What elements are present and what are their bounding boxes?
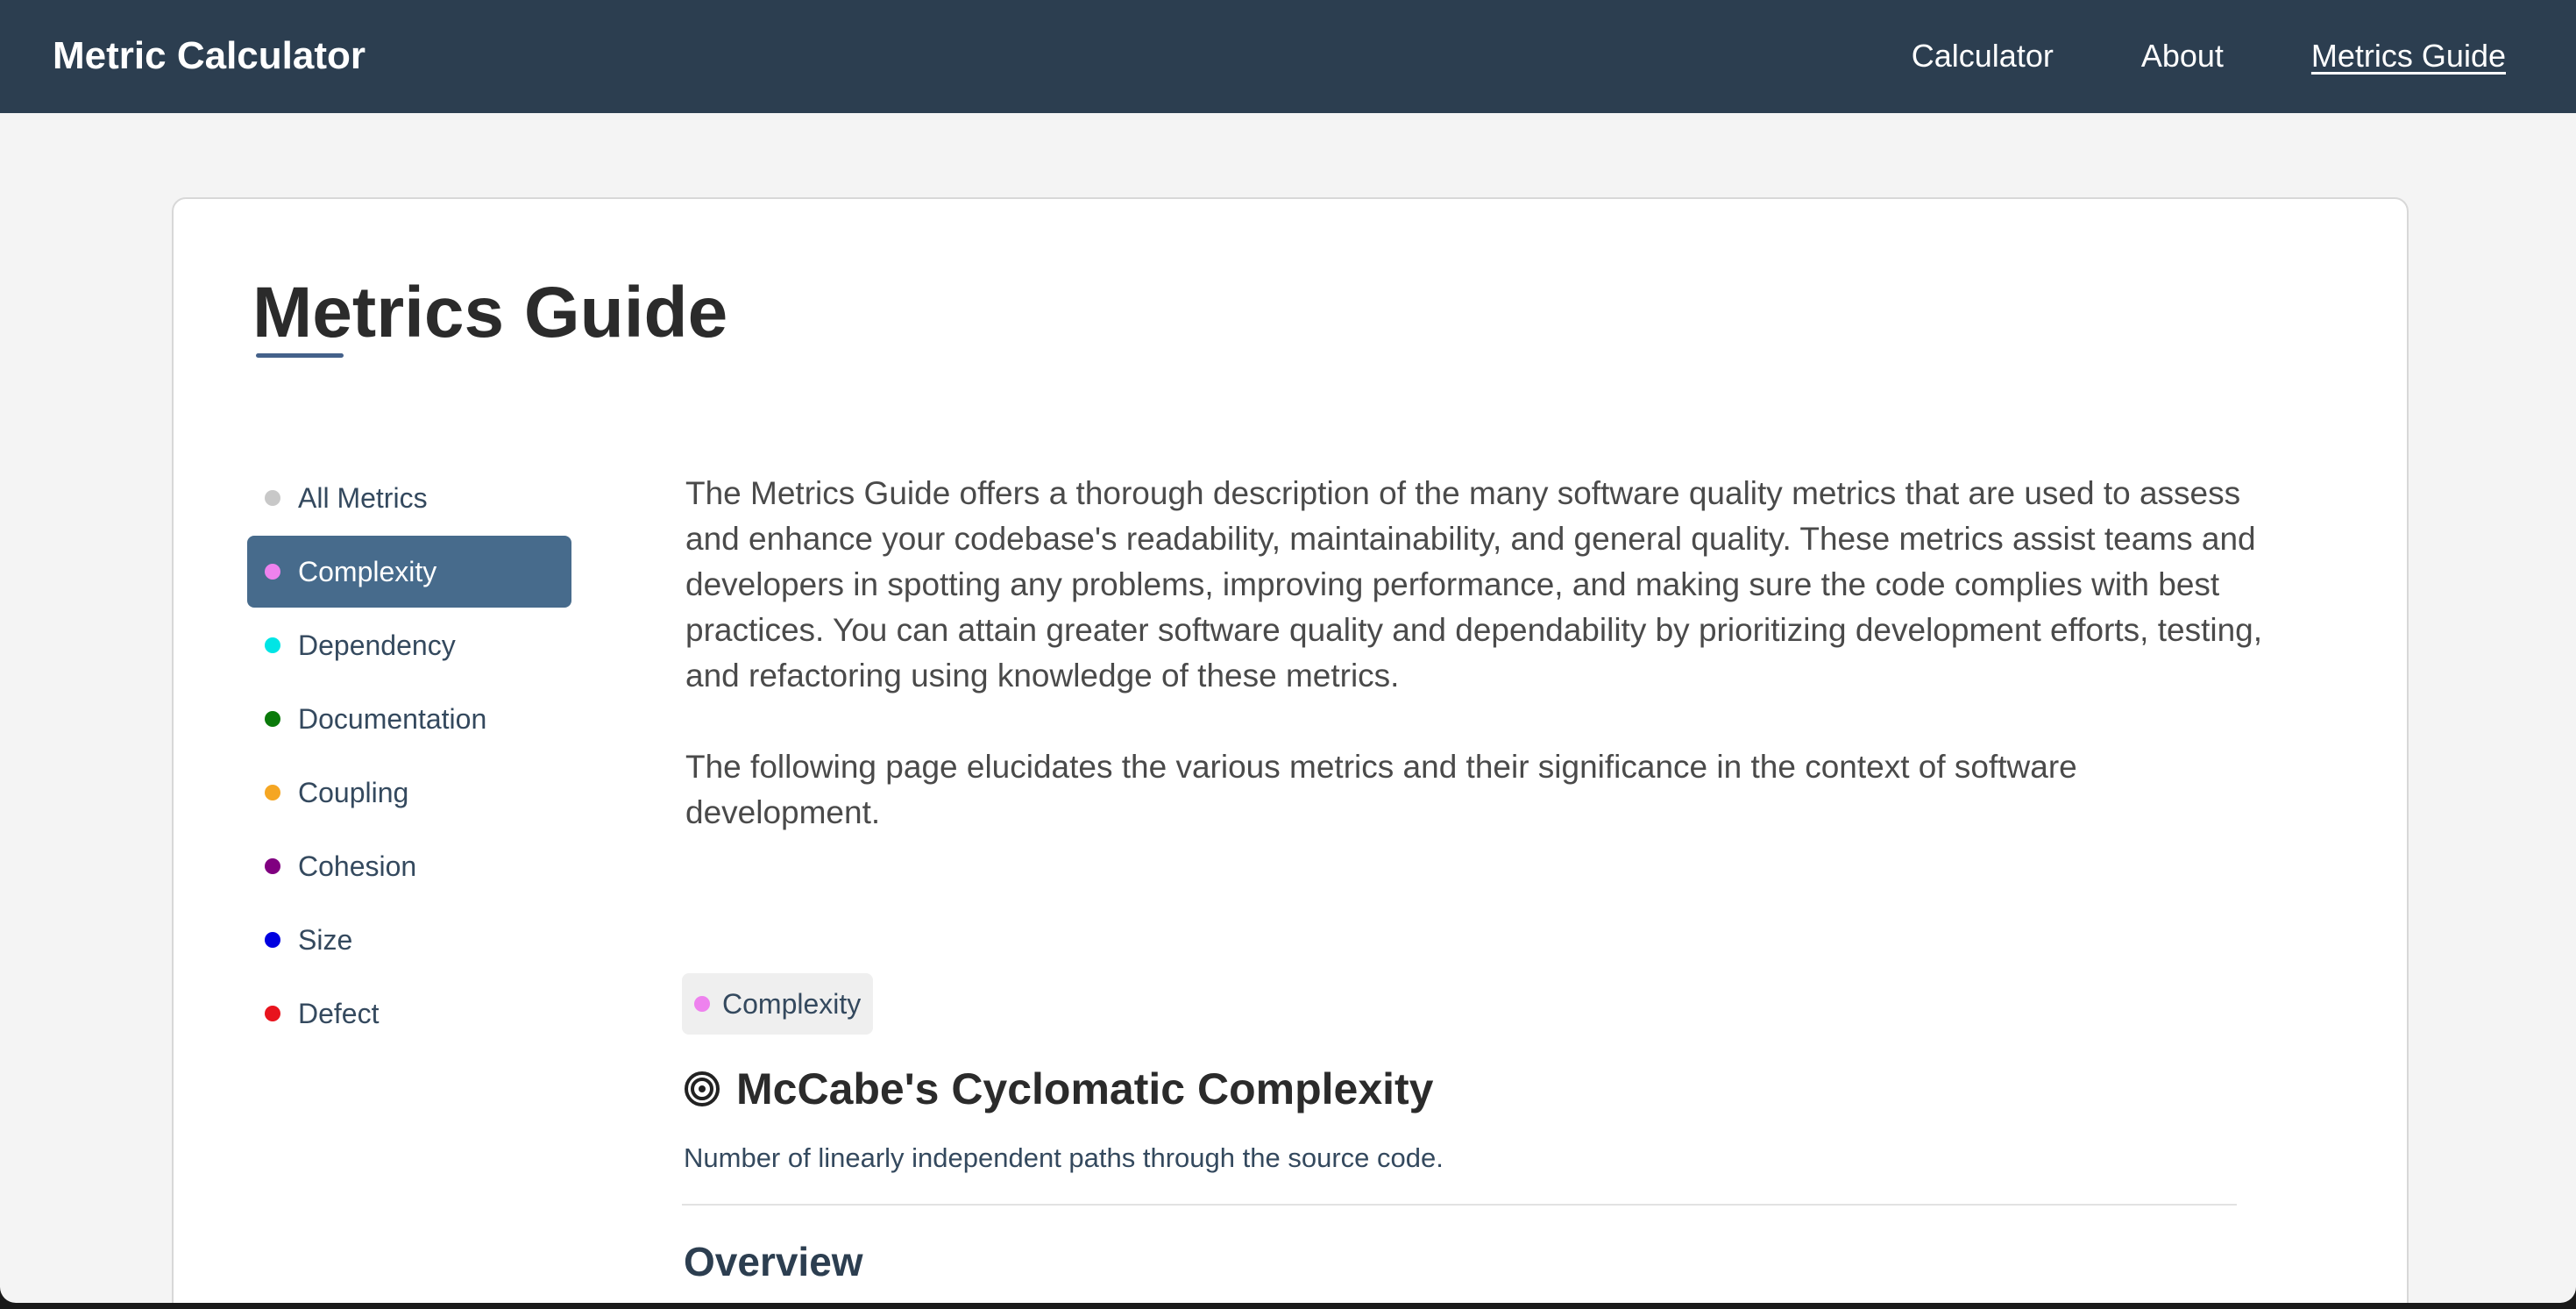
intro-paragraph: The Metrics Guide offers a thorough desc… — [685, 475, 2262, 694]
category-tag-label: Complexity — [722, 987, 862, 1020]
nav-link-calculator[interactable]: Calculator — [1912, 33, 2054, 79]
sidebar-item-cohesion[interactable]: Cohesion — [247, 830, 571, 902]
metric-title: McCabe's Cyclomatic Complexity — [684, 1058, 1433, 1120]
category-dot — [265, 932, 280, 948]
sidebar-item-label: Defect — [298, 997, 380, 1029]
category-dot — [265, 637, 280, 653]
sidebar-item-complexity[interactable]: Complexity — [247, 536, 571, 608]
category-dot — [265, 1006, 280, 1021]
brand-logo-text[interactable]: Metric Calculator — [53, 32, 365, 81]
nav-link-about[interactable]: About — [2141, 33, 2224, 79]
category-tag: Complexity — [682, 973, 874, 1035]
category-dot — [694, 996, 710, 1012]
sidebar-item-documentation[interactable]: Documentation — [247, 683, 571, 755]
metric-title-text: McCabe's Cyclomatic Complexity — [736, 1064, 1434, 1113]
section-divider — [682, 1204, 2237, 1206]
sidebar-item-label: Coupling — [298, 776, 409, 808]
overview-heading: Overview — [684, 1239, 863, 1284]
sidebar-item-all-metrics[interactable]: All Metrics — [247, 462, 571, 534]
top-navbar: Metric Calculator Calculator About Metri… — [0, 0, 2576, 113]
sidebar-item-label: Complexity — [298, 555, 437, 587]
intro-paragraph: The following page elucidates the variou… — [685, 749, 2077, 830]
nav-links: Calculator About Metrics Guide — [1912, 33, 2506, 79]
sidebar-item-label: Cohesion — [298, 850, 417, 882]
category-dot — [265, 711, 280, 727]
app-window: Metric Calculator Calculator About Metri… — [0, 0, 2576, 1303]
metric-description: Number of linearly independent paths thr… — [684, 1142, 1444, 1173]
category-dot — [265, 785, 280, 800]
sidebar-item-label: Dependency — [298, 629, 456, 661]
nav-link-metrics-guide[interactable]: Metrics Guide — [2311, 33, 2506, 79]
sidebar-item-label: Size — [298, 923, 353, 956]
sidebar-item-coupling[interactable]: Coupling — [247, 757, 571, 829]
sidebar-item-label: Documentation — [298, 702, 487, 735]
category-dot — [265, 490, 280, 506]
category-sidebar: All Metrics Complexity Dependency Docume… — [247, 462, 571, 1051]
title-underline — [256, 353, 344, 358]
sidebar-item-label: All Metrics — [298, 481, 428, 514]
guide-card: Metrics Guide All Metrics Complexity Dep… — [172, 197, 2409, 1303]
intro-text: The Metrics Guide offers a thorough desc… — [685, 471, 2281, 881]
category-dot — [265, 858, 280, 874]
sidebar-item-size[interactable]: Size — [247, 904, 571, 976]
page-title: Metrics Guide — [252, 273, 728, 352]
category-dot — [265, 564, 280, 580]
sidebar-item-dependency[interactable]: Dependency — [247, 609, 571, 681]
target-icon — [685, 1071, 720, 1106]
sidebar-item-defect[interactable]: Defect — [247, 978, 571, 1049]
